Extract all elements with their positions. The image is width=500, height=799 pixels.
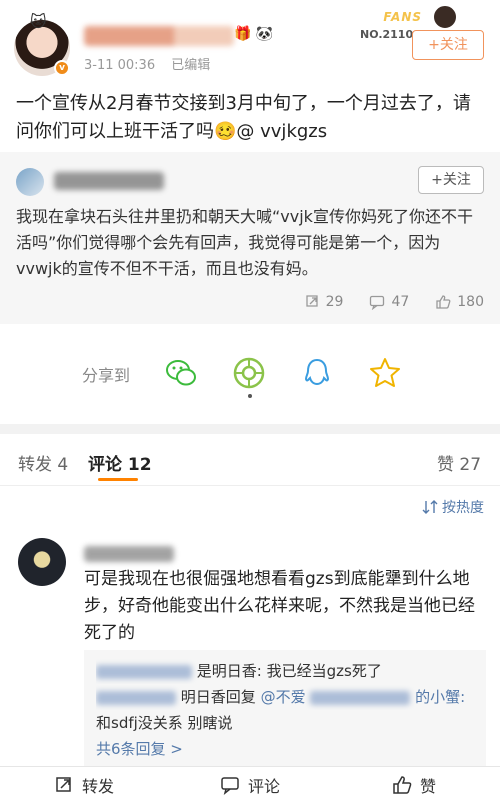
weibo-post-page: 🐱 v 🎁 🐼 3-11 00:36 已编辑 FANS NO.2110 +关注 … — [0, 0, 500, 799]
active-tab-indicator — [98, 478, 138, 481]
quoted-author-avatar[interactable] — [16, 168, 44, 196]
sort-by-hot-button[interactable]: 按热度 — [422, 497, 484, 517]
thumbs-up-icon — [393, 776, 412, 794]
reply-item: 是明日香: 我已经当gzs死了 — [96, 658, 474, 684]
post-meta: 3-11 00:36 已编辑 — [84, 54, 222, 73]
fans-badge-avatar — [432, 4, 458, 30]
thumbs-up-icon — [436, 295, 451, 309]
repost-icon — [305, 295, 318, 307]
post-header: 🐱 v 🎁 🐼 3-11 00:36 已编辑 FANS NO.2110 +关注 — [0, 0, 500, 82]
post-time: 3-11 00:36 — [84, 58, 156, 73]
fans-number: NO.2110 — [360, 28, 414, 41]
commenter-avatar[interactable] — [18, 538, 66, 586]
quoted-post-text: 我现在拿块石头往井里扔和朝天大喊“vvjk宣传你妈死了你还不干活吗”你们觉得哪个… — [16, 207, 473, 278]
reply-item: 明日香回复 @不爱 的小蟹: — [96, 684, 474, 710]
repost-icon — [56, 777, 71, 792]
commenter-name-blurred[interactable] — [84, 546, 174, 562]
qq-icon[interactable] — [300, 356, 334, 390]
share-row: 分享到 — [0, 324, 500, 428]
reply-item-text: 和sdfj没关系 别瞎说 — [96, 714, 233, 732]
tab-like[interactable]: 赞 27 — [437, 450, 481, 475]
bottom-action-bar: 转发 评论 赞 — [0, 766, 500, 799]
tab-comment[interactable]: 评论 12 — [88, 450, 152, 475]
cat-ears-decoration-icon: 🐱 — [30, 12, 47, 31]
quoted-like-count[interactable]: 180 — [435, 294, 484, 310]
quoted-post-stats: 29 47 180 — [304, 294, 484, 310]
post-body-text: 一个宣传从2月春节交接到3月中旬了，一个月过去了，请问你们可以上班干活了吗🥴@ … — [16, 93, 471, 142]
tab-repost[interactable]: 转发 4 — [18, 450, 68, 475]
quoted-post[interactable]: +关注 我现在拿块石头往井里扔和朝天大喊“vvjk宣传你妈死了你还不干活吗”你们… — [0, 152, 500, 324]
comment-text: 可是我现在也很倔强地想看看gzs到底能犟到什么地步，好奇他能变出什么花样来呢，不… — [84, 569, 475, 643]
mention-name-blurred — [310, 690, 411, 705]
quoted-comment-count[interactable]: 47 — [369, 294, 409, 310]
quoted-author-name-blurred[interactable] — [54, 172, 164, 190]
reply-author-blurred[interactable] — [96, 690, 176, 705]
author-name-blurred[interactable] — [84, 26, 234, 46]
wechat-icon[interactable] — [164, 356, 198, 390]
user-badges-icon: 🎁 🐼 — [234, 26, 274, 42]
comment-icon — [221, 777, 239, 795]
share-label: 分享到 — [82, 366, 131, 385]
sort-icon — [422, 500, 438, 514]
reply-author-blurred[interactable] — [96, 664, 192, 679]
comment-icon — [370, 295, 385, 310]
comment-replies[interactable]: 是明日香: 我已经当gzs死了 明日香回复 @不爱 的小蟹: 和sdfj没关系 … — [84, 650, 486, 766]
moments-icon[interactable] — [232, 356, 266, 390]
page-indicator-dot — [248, 394, 252, 398]
follow-author-button[interactable]: +关注 — [412, 30, 484, 60]
comment-button[interactable]: 评论 — [220, 773, 280, 797]
repost-button[interactable]: 转发 — [54, 773, 114, 797]
post-edited-label[interactable]: 已编辑 — [171, 58, 210, 73]
interaction-tabs: 转发 4 评论 12 赞 27 — [0, 434, 500, 486]
section-divider — [0, 424, 500, 434]
verified-badge-icon: v — [54, 60, 70, 76]
reply-mention-link[interactable]: @不爱 — [261, 688, 306, 706]
fans-label: FANS — [383, 10, 422, 24]
like-button[interactable]: 赞 — [392, 773, 436, 797]
more-replies-link[interactable]: 共6条回复 > — [96, 736, 474, 762]
follow-quoted-author-button[interactable]: +关注 — [418, 166, 484, 194]
quoted-repost-count[interactable]: 29 — [304, 294, 343, 310]
qzone-star-icon[interactable] — [368, 356, 402, 390]
